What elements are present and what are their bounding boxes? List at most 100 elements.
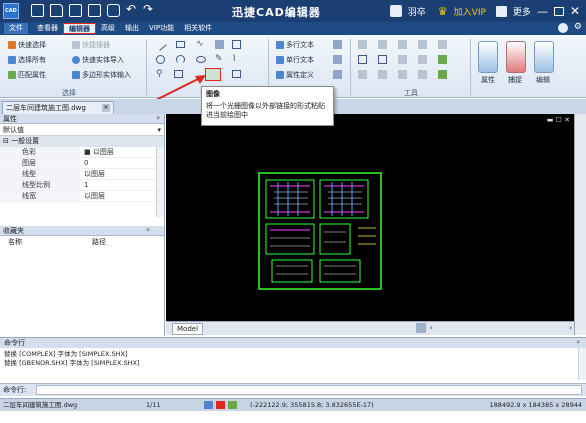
save-as-icon[interactable] (88, 4, 101, 17)
column-path[interactable]: 路径 (92, 237, 106, 248)
spline-icon[interactable]: ⌇ (232, 54, 236, 64)
close-button[interactable]: ✕ (570, 4, 580, 18)
multiline-text-button[interactable]: 多行文本 (276, 40, 314, 50)
save-icon[interactable] (69, 4, 82, 17)
status-coords: (-222122.9; 355815.8; 3.832655E-17) (250, 401, 374, 409)
move-icon[interactable] (358, 40, 367, 49)
property-row[interactable]: 线型比例 1 (0, 180, 164, 191)
hatch-icon[interactable] (215, 40, 224, 49)
text-style-icon[interactable] (333, 40, 342, 49)
properties-scrollbar[interactable] (156, 147, 164, 217)
extend-icon[interactable] (378, 55, 387, 64)
property-row[interactable]: 色彩 ■ 以图层 (0, 147, 164, 158)
tab-advanced[interactable]: 高级 (96, 23, 120, 34)
chamfer-icon[interactable] (378, 70, 387, 79)
quick-select-icon (8, 41, 16, 49)
line-icon[interactable] (154, 38, 167, 51)
entity-import-icon (72, 56, 80, 64)
offset-icon[interactable] (398, 55, 407, 64)
tab-viewer[interactable]: 查看器 (32, 23, 63, 34)
tab-related-software[interactable]: 相关软件 (179, 23, 217, 34)
attribute-definition-button[interactable]: 属性定义 (276, 70, 314, 80)
tab-editor[interactable]: 编辑器 (63, 23, 96, 34)
block-icon[interactable] (232, 40, 241, 49)
horizontal-scrollbar[interactable]: Model ‹ › (166, 321, 574, 335)
pencil-icon[interactable]: ✎ (215, 54, 223, 64)
nav-left-icon[interactable] (416, 323, 426, 333)
rotate-icon[interactable] (398, 40, 407, 49)
snap-toggle-icon[interactable] (204, 401, 213, 409)
mirror-icon[interactable] (418, 40, 427, 49)
crown-icon[interactable]: ♛ (438, 5, 448, 18)
command-input[interactable] (36, 385, 582, 395)
redo-icon[interactable]: ↷ (143, 2, 153, 16)
arc-icon[interactable] (176, 55, 185, 64)
scale-icon[interactable] (438, 40, 447, 49)
select-all-button[interactable]: 选择所有 (8, 55, 46, 65)
properties-selector[interactable]: 默认值 ▾ (0, 124, 164, 136)
property-row[interactable]: 线宽 以图层 (0, 191, 164, 202)
properties-section[interactable]: ⊟ 一般设置 (0, 136, 164, 147)
drawing-canvas[interactable]: ▬ ☐ ✕ (166, 114, 574, 321)
ortho-toggle-icon[interactable] (228, 401, 237, 409)
maximize-button[interactable] (553, 6, 564, 16)
nav-right-icon[interactable]: ‹ (430, 324, 433, 332)
trim-icon[interactable] (358, 55, 367, 64)
print-icon[interactable] (107, 4, 120, 17)
settings-icon[interactable]: ⚙ (574, 22, 582, 32)
quick-select-button[interactable]: 快速选择 (8, 40, 46, 50)
table-icon[interactable] (232, 70, 241, 78)
fillet-icon[interactable] (358, 70, 367, 79)
pin-icon[interactable]: ᵖ (157, 114, 160, 124)
collapse-icon[interactable]: ⊟ (3, 137, 11, 145)
scroll-right-icon[interactable]: › (569, 324, 572, 332)
match-properties-button[interactable]: 匹配属性 (8, 70, 46, 80)
vip-link[interactable]: 加入VIP (454, 5, 486, 18)
grid-toggle-icon[interactable] (216, 401, 225, 409)
more-menu[interactable]: 更多 (513, 5, 531, 18)
help-icon[interactable] (558, 23, 568, 33)
tab-file[interactable]: 文件 (4, 23, 28, 34)
erase-icon[interactable] (438, 70, 447, 79)
single-line-text-button[interactable]: 单行文本 (276, 55, 314, 65)
circle-icon[interactable] (156, 55, 165, 64)
break-icon[interactable] (398, 70, 407, 79)
new-file-icon[interactable] (31, 4, 44, 17)
ellipse-icon[interactable] (196, 56, 206, 63)
tab-vip[interactable]: VIP功能 (144, 23, 179, 34)
more-icon[interactable] (495, 5, 507, 17)
vertical-scrollbar[interactable] (574, 114, 586, 335)
user-name[interactable]: 羽卒 (408, 5, 426, 18)
text-align-icon[interactable] (333, 70, 342, 79)
polyline-icon[interactable]: ∿ (196, 39, 204, 49)
property-row[interactable]: 线型 以图层 (0, 169, 164, 180)
chevron-down-icon[interactable]: ▾ (157, 124, 161, 136)
property-row[interactable]: 图层 0 (0, 158, 164, 169)
properties-button[interactable] (478, 41, 498, 73)
menu-tabs: 文件 查看器 编辑器 高级 输出 VIP功能 相关软件 ⚙ (0, 22, 586, 35)
status-bar: 二层车间建筑施工图.dwg 1/11 (-222122.9; 355815.8;… (0, 398, 586, 411)
pin-icon[interactable]: ᵖ (147, 226, 150, 236)
document-tab[interactable]: 二层车间建筑施工图.dwg ✕ (2, 101, 114, 114)
close-tab-icon[interactable]: ✕ (102, 104, 110, 112)
array-icon[interactable] (418, 55, 427, 64)
minimize-button[interactable]: — (537, 5, 548, 18)
snap-button[interactable] (506, 41, 526, 73)
polygon-entity-input-button[interactable]: 多边形实体输入 (72, 70, 131, 80)
text-edit-icon[interactable] (333, 55, 342, 64)
viewport-controls[interactable]: ▬ ☐ ✕ (547, 116, 570, 124)
command-scrollbar[interactable] (578, 348, 586, 380)
edit-button[interactable] (534, 41, 554, 73)
quick-finder-button[interactable]: 快捷搜器 (72, 40, 110, 50)
user-avatar-icon[interactable] (389, 5, 402, 17)
copy-icon[interactable] (378, 40, 387, 49)
quick-entity-import-button[interactable]: 快速实体导入 (72, 55, 124, 65)
undo-icon[interactable]: ↶ (126, 2, 136, 16)
model-tab[interactable]: Model (172, 323, 204, 335)
rectangle-icon[interactable] (176, 41, 185, 48)
explode-icon[interactable] (438, 55, 447, 64)
open-file-icon[interactable] (50, 4, 63, 17)
join-icon[interactable] (418, 70, 427, 79)
column-name[interactable]: 名称 (8, 237, 22, 248)
tab-output[interactable]: 输出 (120, 23, 144, 34)
